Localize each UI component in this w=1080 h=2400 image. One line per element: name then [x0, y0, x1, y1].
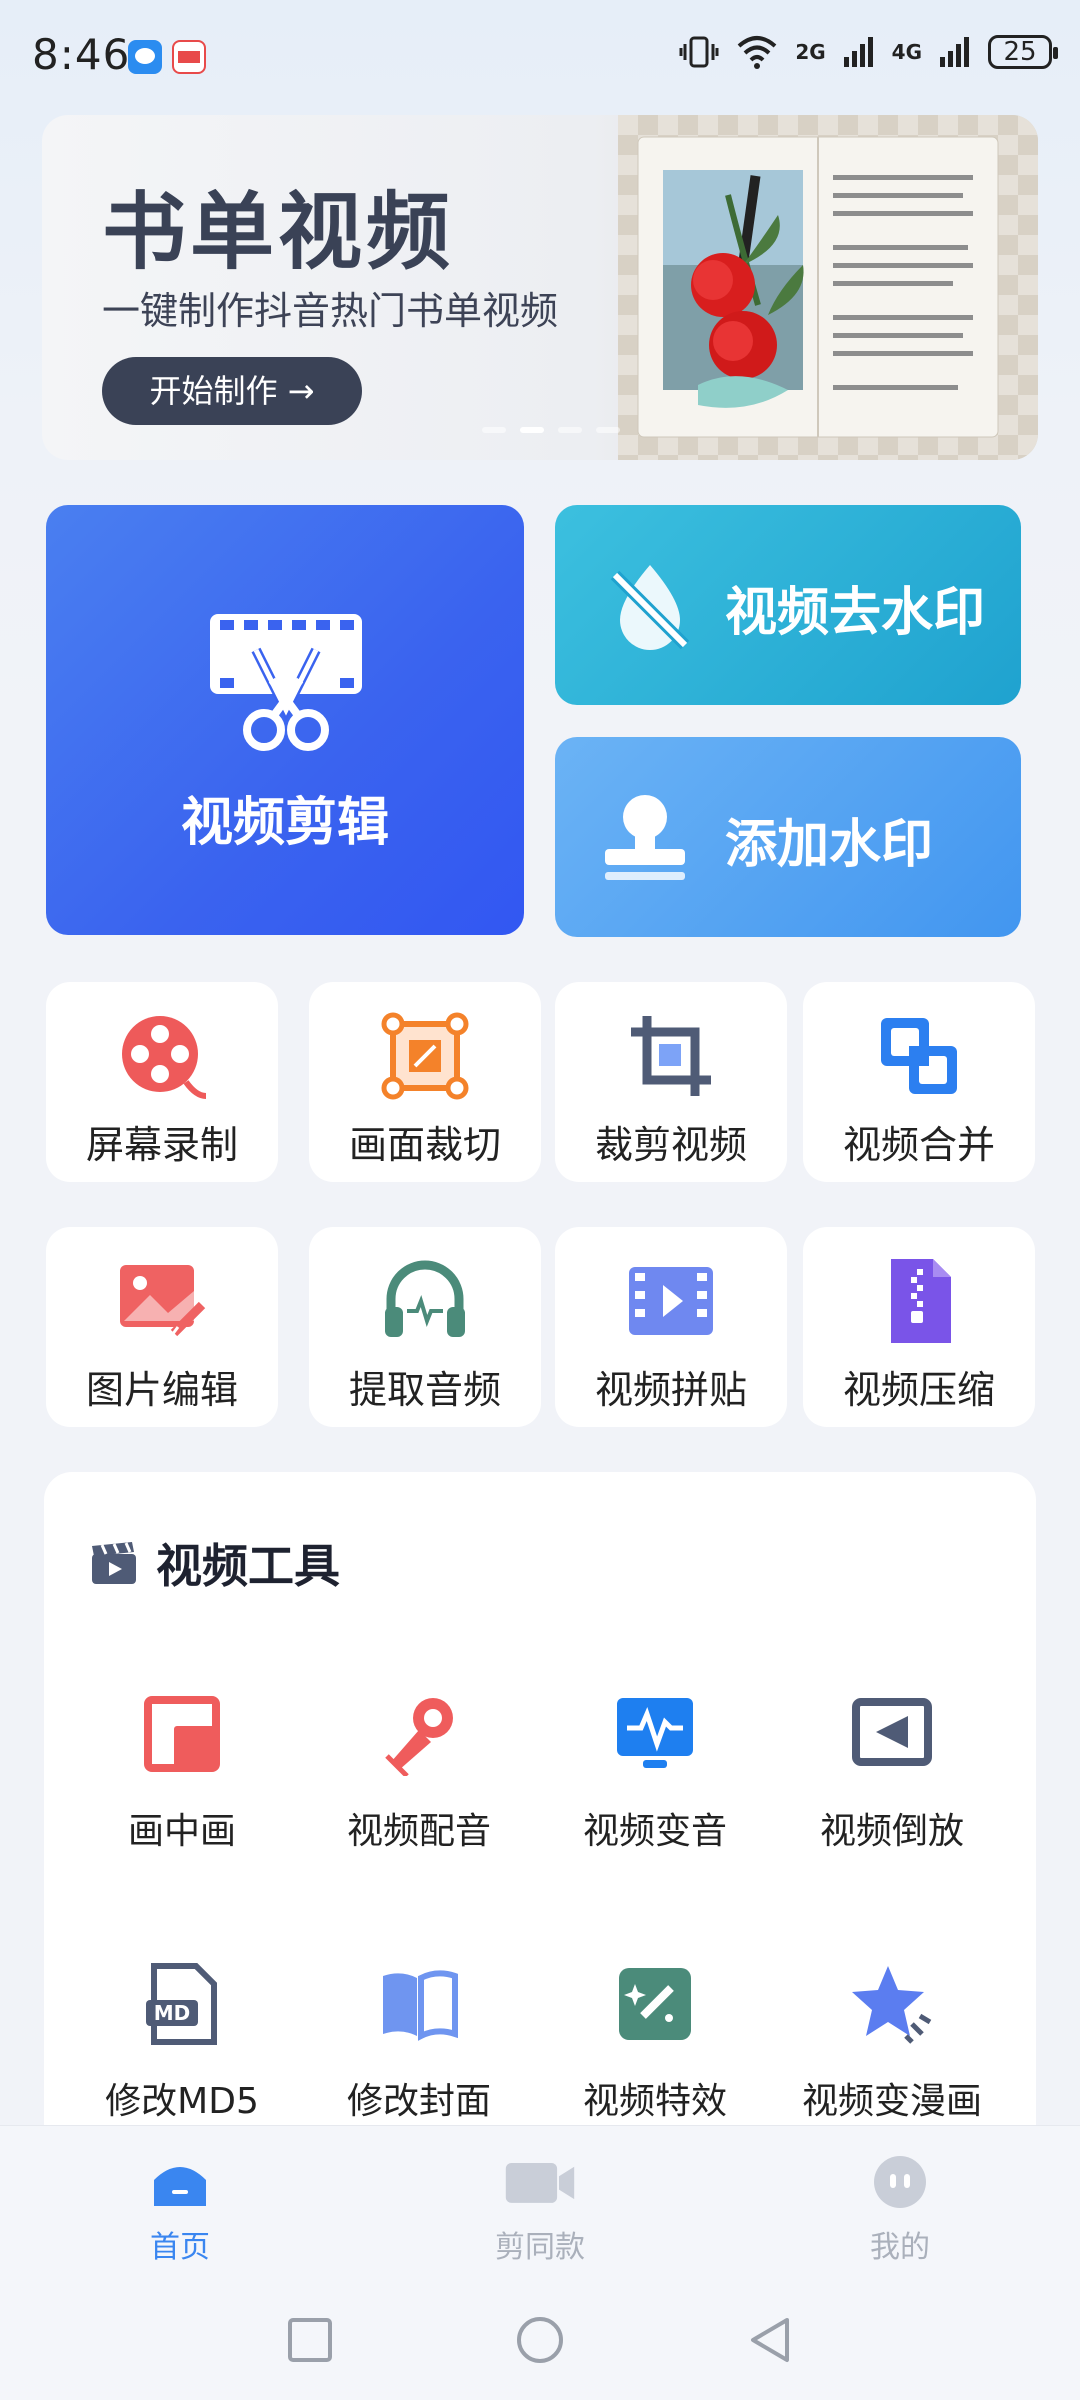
no-drop-icon [610, 565, 690, 650]
remove-watermark-label: 视频去水印 [725, 583, 986, 643]
tool-picture-in-picture[interactable]: 画中画 [67, 1672, 297, 1872]
magic-wand-icon [619, 1968, 691, 2040]
tile-image-edit[interactable]: 图片编辑 [46, 1227, 278, 1427]
pagination-dot [596, 427, 620, 433]
toutiao-app-icon [172, 40, 206, 74]
back-button[interactable] [745, 2315, 795, 2365]
tile-label: 提取音频 [348, 1368, 501, 1412]
nav-templates[interactable]: 剪同款 [440, 2154, 640, 2266]
reverse-play-icon [852, 1698, 932, 1766]
merge-icon [881, 1018, 957, 1094]
tool-label: 画中画 [127, 1811, 236, 1852]
tile-crop-video[interactable]: 裁剪视频 [555, 982, 787, 1182]
microphone-icon [385, 1698, 453, 1776]
tile-label: 图片编辑 [85, 1368, 238, 1412]
banner-pagination [482, 427, 620, 433]
banner-subtitle: 一键制作抖音热门书单视频 [102, 289, 559, 333]
tile-label: 画面裁切 [348, 1123, 501, 1167]
nav-label: 剪同款 [495, 2230, 585, 2265]
tile-label: 视频合并 [842, 1123, 995, 1167]
tool-label: 视频特效 [582, 2081, 727, 2122]
tile-screen-record[interactable]: 屏幕录制 [46, 982, 278, 1182]
home-button[interactable] [515, 2315, 565, 2365]
tool-label: 视频变漫画 [801, 2081, 982, 2122]
tile-video-collage[interactable]: 视频拼贴 [555, 1227, 787, 1427]
status-bar: 8:46 2G 4G 25 [0, 0, 1080, 110]
video-tools-header: 视频工具 [90, 1530, 340, 1596]
tool-voice-change[interactable]: 视频变音 [540, 1672, 770, 1872]
tile-video-compress[interactable]: 视频压缩 [803, 1227, 1035, 1427]
add-watermark-card[interactable]: 添加水印 [555, 737, 1021, 937]
tile-label: 屏幕录制 [85, 1123, 238, 1167]
voice-change-icon [617, 1698, 693, 1768]
svg-text:MD: MD [154, 2001, 191, 2025]
network-label-1: 2G [795, 40, 826, 64]
video-collage-icon [629, 1267, 713, 1335]
tool-video-dubbing[interactable]: 视频配音 [304, 1672, 534, 1872]
recent-apps-button[interactable] [285, 2315, 335, 2365]
status-time: 8:46 [32, 30, 131, 79]
video-tools-panel: 视频工具 画中画 视频配音 视频变音 视频倒放 MD 修改MD5 修改封面 视频… [44, 1472, 1036, 2192]
wifi-icon [737, 36, 777, 69]
pagination-dot-active [520, 427, 544, 433]
battery-indicator: 25 [988, 35, 1058, 69]
profile-icon [874, 2156, 926, 2208]
home-icon [154, 2167, 206, 2206]
clapperboard-icon [92, 1542, 136, 1584]
tool-label: 视频配音 [346, 1811, 491, 1852]
stamp-icon [605, 795, 685, 880]
tile-extract-audio[interactable]: 提取音频 [309, 1227, 541, 1427]
tool-label: 修改封面 [346, 2081, 491, 2122]
tile-label: 视频压缩 [842, 1368, 995, 1412]
tool-label: 视频变音 [582, 1811, 727, 1852]
picture-in-picture-icon [144, 1696, 220, 1772]
video-edit-label: 视频剪辑 [180, 793, 389, 853]
zip-file-icon [891, 1259, 951, 1343]
image-edit-icon [120, 1265, 206, 1337]
tile-video-merge[interactable]: 视频合并 [803, 982, 1035, 1182]
nav-home[interactable]: 首页 [80, 2154, 280, 2266]
pagination-dot [558, 427, 582, 433]
nav-label: 首页 [150, 2230, 210, 2265]
headphones-icon [385, 1260, 465, 1337]
crop-icon [631, 1016, 711, 1096]
book-flower-illustration [618, 115, 1038, 460]
tool-video-reverse[interactable]: 视频倒放 [777, 1672, 1007, 1872]
tool-video-comic[interactable]: 视频变漫画 [777, 1942, 1007, 2142]
star-comic-icon [852, 1966, 932, 2044]
nav-label: 我的 [870, 2230, 930, 2265]
remove-watermark-card[interactable]: 视频去水印 [555, 505, 1021, 705]
network-label-2: 4G [891, 40, 922, 64]
tile-label: 视频拼贴 [594, 1368, 747, 1412]
tool-modify-cover[interactable]: 修改封面 [304, 1942, 534, 2142]
bottom-navigation: 首页 剪同款 我的 [0, 2125, 1080, 2286]
video-tools-title: 视频工具 [156, 1539, 340, 1593]
tool-video-effects[interactable]: 视频特效 [540, 1942, 770, 2142]
film-scissors-icon [210, 614, 362, 751]
add-watermark-label: 添加水印 [725, 815, 934, 875]
tile-label: 裁剪视频 [594, 1123, 747, 1167]
message-app-icon [128, 40, 162, 74]
tool-label: 修改MD5 [105, 2081, 259, 2122]
status-icons: 2G 4G 25 [679, 34, 1058, 70]
video-edit-card[interactable]: 视频剪辑 [46, 505, 524, 935]
promo-banner[interactable]: 书单视频 一键制作抖音热门书单视频 开始制作 → [42, 115, 1038, 460]
signal-icon [843, 37, 873, 67]
system-navigation-bar [0, 2285, 1080, 2400]
tile-frame-crop[interactable]: 画面裁切 [309, 982, 541, 1182]
md5-file-icon: MD [146, 1963, 217, 2045]
book-cover-icon [383, 1970, 458, 2041]
tool-modify-md5[interactable]: MD 修改MD5 [67, 1942, 297, 2142]
signal-icon-2 [940, 37, 969, 67]
pagination-dot [482, 427, 506, 433]
nav-profile[interactable]: 我的 [800, 2154, 1000, 2266]
frame-crop-icon [381, 1012, 469, 1100]
start-making-button[interactable]: 开始制作 → [102, 357, 362, 425]
tool-label: 视频倒放 [819, 1811, 964, 1852]
banner-title: 书单视频 [102, 183, 455, 281]
film-reel-icon [122, 1016, 207, 1099]
vibrate-icon [679, 36, 719, 68]
video-camera-icon [505, 2163, 575, 2203]
